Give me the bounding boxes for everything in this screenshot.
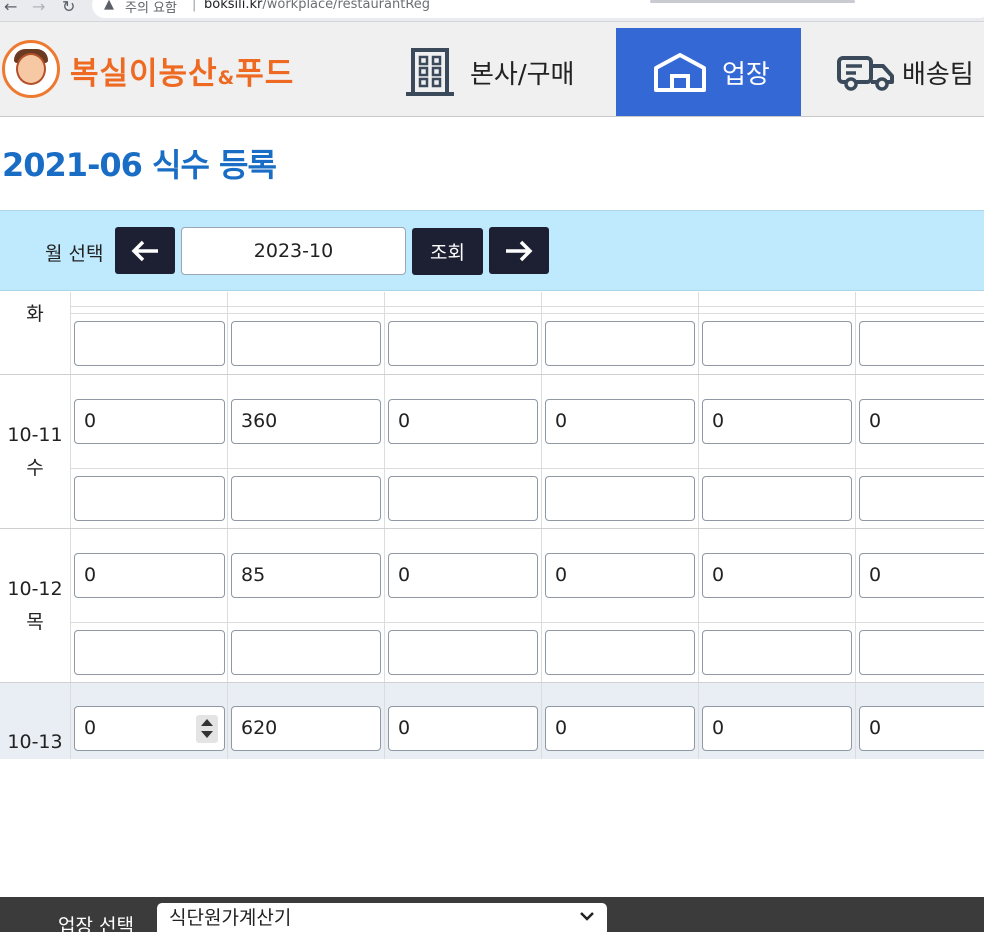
table-row: 화: [0, 292, 984, 375]
count-input-secondary[interactable]: [545, 630, 695, 675]
count-input[interactable]: 0: [859, 706, 984, 751]
count-input-secondary[interactable]: [545, 476, 695, 521]
nav-delivery[interactable]: 배송팀: [836, 28, 984, 116]
count-input-secondary[interactable]: [231, 630, 381, 675]
count-input-secondary[interactable]: [859, 476, 984, 521]
arrow-left-icon: [131, 240, 158, 261]
nav-delivery-label: 배송팀: [902, 59, 974, 90]
arrow-right-icon: [506, 240, 533, 261]
month-select-label: 월 선택: [45, 243, 104, 265]
back-arrow-icon[interactable]: ←: [4, 0, 17, 15]
count-input[interactable]: [231, 321, 381, 366]
count-input[interactable]: 620: [231, 706, 381, 751]
count-input[interactable]: 0: [388, 399, 538, 444]
month-selector-bar: 월 선택 2023-10 조회: [0, 210, 984, 291]
count-input[interactable]: 360: [231, 399, 381, 444]
reload-icon[interactable]: ↻: [62, 0, 75, 15]
row-day: 목: [26, 611, 44, 633]
row-day: 수: [26, 457, 44, 479]
count-input-secondary[interactable]: [74, 476, 225, 521]
nav-hq-purchase[interactable]: 본사/구매: [404, 28, 609, 116]
store-select-dropdown[interactable]: 식단원가계산기: [157, 903, 607, 941]
count-input-secondary[interactable]: [702, 630, 852, 675]
building-icon: [406, 48, 454, 96]
store-select-bar: 업장 선택 식단원가계산기: [0, 897, 984, 941]
count-input[interactable]: 85: [231, 553, 381, 598]
table-row: 10-12 목 0 85 0 0 0 0: [0, 529, 984, 683]
count-input[interactable]: 0: [859, 399, 984, 444]
browser-toolbar: ← → ↻ ▲ 주의 요함 | boksili.kr/workplace/res…: [0, 0, 984, 22]
number-spinner-icon[interactable]: [196, 715, 218, 743]
truck-icon: [837, 56, 894, 91]
count-input-secondary[interactable]: [74, 630, 225, 675]
nav-store-label: 업장: [722, 59, 770, 90]
row-date: 10-11: [7, 424, 63, 446]
warning-icon[interactable]: ▲: [104, 0, 114, 12]
count-input[interactable]: [545, 321, 695, 366]
search-button[interactable]: 조회: [412, 228, 483, 275]
chevron-down-icon: [580, 912, 594, 921]
count-input[interactable]: 0: [388, 553, 538, 598]
count-input[interactable]: [859, 321, 984, 366]
url-separator: |: [192, 0, 197, 12]
store-icon: [654, 53, 706, 92]
brand-name[interactable]: 복실이농산&푸드: [70, 48, 294, 93]
next-month-button[interactable]: [489, 227, 549, 274]
nav-hq-purchase-label: 본사/구매: [470, 59, 575, 90]
count-input[interactable]: 0: [702, 553, 852, 598]
prev-month-button[interactable]: [115, 227, 175, 274]
count-input[interactable]: [74, 321, 225, 366]
app-header: 복실이농산&푸드 본사/구매 업장 배송팀: [0, 22, 984, 117]
count-input-secondary[interactable]: [231, 476, 381, 521]
table-row: 10-13 0 620 0 0 0 0: [0, 683, 984, 759]
count-input[interactable]: 0: [702, 706, 852, 751]
month-input[interactable]: 2023-10: [181, 227, 406, 275]
count-input[interactable]: 0: [545, 399, 695, 444]
page-title: 2021-06 식수 등록: [2, 146, 277, 184]
count-input-secondary[interactable]: [859, 630, 984, 675]
count-input[interactable]: 0: [388, 706, 538, 751]
count-input-secondary[interactable]: [702, 476, 852, 521]
extension-strip: [650, 0, 855, 3]
row-date: 10-13: [7, 731, 63, 753]
count-input[interactable]: 0: [545, 706, 695, 751]
store-select-value: 식단원가계산기: [169, 907, 292, 929]
count-input-secondary[interactable]: [388, 630, 538, 675]
count-input[interactable]: 0: [859, 553, 984, 598]
forward-arrow-icon[interactable]: →: [32, 0, 45, 15]
row-date: 10-12: [7, 578, 63, 600]
row-day: 화: [26, 303, 44, 325]
count-input[interactable]: 0: [74, 553, 225, 598]
count-input[interactable]: 0: [74, 706, 225, 751]
count-input-secondary[interactable]: [388, 476, 538, 521]
count-input[interactable]: 0: [74, 399, 225, 444]
count-input[interactable]: 0: [702, 399, 852, 444]
table-row: 10-11 수 0 360 0 0 0 0: [0, 375, 984, 529]
nav-store[interactable]: 업장: [616, 28, 801, 116]
security-label[interactable]: 주의 요함: [125, 0, 177, 16]
url-text[interactable]: boksili.kr/workplace/restaurantReg: [204, 0, 430, 12]
store-select-label: 업장 선택: [58, 915, 134, 937]
brand-logo-icon[interactable]: [2, 40, 60, 98]
meal-count-grid: 화 10-11 수 0 360 0 0 0 0 10-12 목 0 85 0 0…: [0, 292, 984, 759]
count-input[interactable]: [702, 321, 852, 366]
count-input[interactable]: [388, 321, 538, 366]
count-input[interactable]: 0: [545, 553, 695, 598]
